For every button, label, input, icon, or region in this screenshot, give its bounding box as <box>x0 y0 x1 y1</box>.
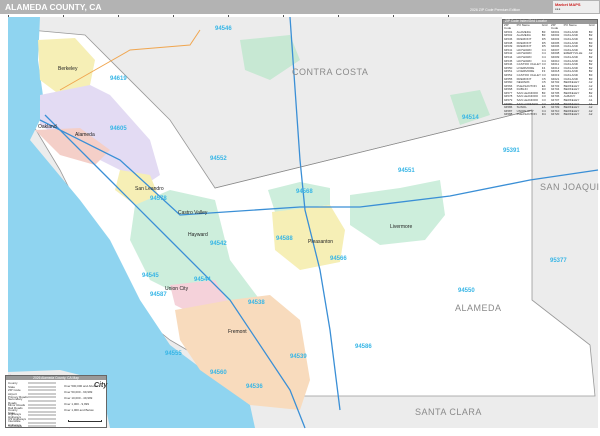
legend-swatch <box>28 389 56 392</box>
zip-label: 94545 <box>142 273 159 279</box>
legend-swatch <box>28 403 56 406</box>
grid-tick <box>338 15 339 17</box>
grid-tick <box>63 15 64 17</box>
zip-index-table: ZIP Code Index/Grid Locator ZIP Code PO N… <box>502 19 598 116</box>
legend-swatch <box>28 418 56 420</box>
zip-label: 94588 <box>276 236 293 242</box>
zip-label: 94619 <box>110 76 127 82</box>
zip-label: 94550 <box>458 288 475 294</box>
population-class: Over 500,000 and Above <box>64 384 98 388</box>
zip-label: 94552 <box>210 156 227 162</box>
city-label: Livermore <box>390 224 412 230</box>
city-label: San Leandro <box>135 186 164 192</box>
zip-label: 94551 <box>398 168 415 174</box>
zip-label: 94587 <box>150 292 167 298</box>
legend-swatch <box>28 385 56 388</box>
population-class: Over 1,000 and Below <box>64 408 94 412</box>
zip-label: 94566 <box>330 256 347 262</box>
zip-label: 95391 <box>503 148 520 154</box>
region-label: SAN JOAQUIN <box>540 182 600 192</box>
edition-label: 2026 ZIP Code Premium Edition <box>470 8 521 12</box>
legend-title: 2026 Alameda County, CA Map <box>6 376 106 380</box>
city-sample: City <box>94 382 108 389</box>
zip-label: 94542 <box>210 241 227 247</box>
zip-label: 94544 <box>194 277 211 283</box>
scale-bar <box>68 420 102 422</box>
legend-swatch <box>28 414 56 417</box>
city-label: Hayward <box>188 232 208 238</box>
zip-label: 94605 <box>110 126 127 132</box>
zip-label: 94539 <box>290 354 307 360</box>
legend-swatch <box>28 425 56 428</box>
grid-tick <box>228 15 229 17</box>
legend-swatch <box>28 410 56 413</box>
legend-swatch <box>28 382 56 384</box>
region-label: SANTA CLARA <box>415 407 482 417</box>
region-label: CONTRA COSTA <box>292 67 368 77</box>
table-row: 94588 PLEASANTON D4 <box>504 112 546 117</box>
zip-label: 94568 <box>296 189 313 195</box>
zip-label: 94514 <box>462 115 479 121</box>
table-row: 94720 BERKELEY A2 <box>551 112 593 117</box>
map-title: ALAMEDA COUNTY, CA <box>5 2 102 12</box>
zip-label: 94560 <box>210 370 227 376</box>
grid-tick <box>8 15 9 17</box>
population-class: Over 10,000 - 49,999 <box>64 396 93 400</box>
city-label: Berkeley <box>58 66 78 72</box>
map-legend: 2026 Alameda County, CA Map County State Z… <box>5 375 107 428</box>
city-label: Oakland <box>38 124 57 130</box>
legend-item: Toll Roads <box>8 424 56 428</box>
zip-label: 94546 <box>215 26 232 32</box>
table-column: ZIP Code PO Name Grid 94501 ALAMEDA B3 94502 AL… <box>503 23 550 117</box>
city-label: Alameda <box>75 132 95 138</box>
population-class: Over 50,000 - 99,999 <box>64 390 93 394</box>
population-class: Over 1,000 - 9,999 <box>64 402 90 406</box>
zip-label: 94536 <box>246 384 263 390</box>
city-label: Union City <box>165 286 189 292</box>
grid-tick <box>173 15 174 17</box>
city-label: Castro Valley <box>178 210 208 216</box>
grid-tick <box>118 15 119 17</box>
region-label: ALAMEDA <box>455 303 502 313</box>
header-bar: ALAMEDA COUNTY, CA 2026 ZIP Code Premium… <box>0 0 600 14</box>
legend-swatch <box>28 407 56 410</box>
legend-swatch <box>28 392 56 395</box>
grid-tick <box>393 15 394 17</box>
legend-swatch <box>28 396 56 399</box>
zip-label: 94538 <box>248 300 265 306</box>
legend-swatch <box>28 400 56 402</box>
zip-label: 94586 <box>355 344 372 350</box>
city-label: Pleasanton <box>308 239 333 245</box>
zip-label: 94578 <box>150 196 167 202</box>
market-maps-logo: Market MAPS ●●● <box>553 1 599 13</box>
zip-label: 94555 <box>165 351 182 357</box>
grid-tick <box>448 15 449 17</box>
legend-swatch <box>28 421 56 424</box>
grid-tick <box>283 15 284 17</box>
table-column: ZIP Code PO Name Grid 94601 OAKLAND B3 94602 OA… <box>550 23 597 117</box>
zip-label: 95377 <box>550 258 567 264</box>
city-label: Fremont <box>228 329 247 335</box>
